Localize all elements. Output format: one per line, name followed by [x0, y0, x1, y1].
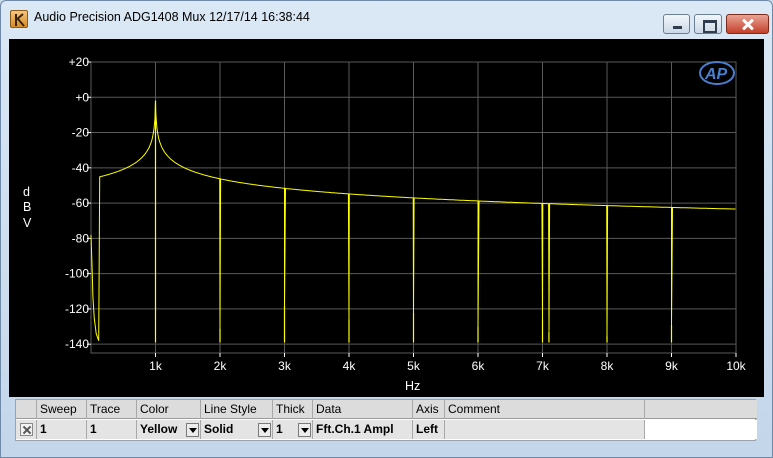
y-axis-label-char: B [23, 200, 31, 214]
chevron-down-icon[interactable] [298, 423, 311, 437]
header-cell[interactable]: Color [137, 400, 201, 419]
trace-table: Sweep Trace Color Line Style Thick Data … [15, 399, 757, 441]
app-window: Audio Precision ADG1408 Mux 12/17/14 16:… [0, 0, 773, 458]
x-tick-label: 8k [601, 359, 615, 373]
y-tick-label: -20 [72, 126, 90, 140]
axis-cell[interactable]: Left [413, 420, 445, 439]
header-cell[interactable]: Axis [413, 400, 445, 419]
fft-graph[interactable]: +20 +0 -20 -40 -60 -80 -100 -120 -140 1k 2k 3k 4k 5k 6… [9, 39, 764, 397]
x-tick-label: 4k [343, 359, 357, 373]
x-tick-label: 2k [214, 359, 228, 373]
header-cell[interactable]: Line Style [201, 400, 273, 419]
empty-cell [645, 420, 757, 439]
row-enable-cell[interactable] [16, 420, 37, 439]
x-tick-label: 1k [149, 359, 163, 373]
minimize-button[interactable] [663, 14, 690, 34]
y-axis-label-char: V [23, 216, 32, 230]
chevron-down-icon[interactable] [258, 423, 271, 437]
data-cell[interactable]: Fft.Ch.1 Ampl [313, 420, 413, 439]
line-style-select[interactable]: Solid [201, 420, 273, 439]
window-title: Audio Precision ADG1408 Mux 12/17/14 16:… [34, 10, 310, 24]
comment-cell[interactable] [445, 420, 645, 439]
header-cell[interactable]: Data [313, 400, 413, 419]
title-bar[interactable]: Audio Precision ADG1408 Mux 12/17/14 16:… [1, 1, 772, 35]
grid-lines [87, 61, 737, 357]
y-axis-label-char: d [23, 185, 30, 199]
maximize-button[interactable] [694, 14, 722, 34]
x-tick-label: 7k [536, 359, 550, 373]
ap-logo-text: AP [704, 66, 728, 83]
chevron-down-icon[interactable] [186, 423, 199, 437]
checkbox-icon[interactable] [20, 423, 33, 436]
y-tick-label: +20 [69, 55, 90, 69]
y-tick-label: -40 [72, 161, 90, 175]
header-cell [645, 400, 757, 419]
app-logo-icon[interactable] [10, 10, 28, 28]
line-style-value: Solid [204, 422, 234, 436]
x-axis-label: Hz [405, 379, 420, 393]
x-tick-label: 9k [665, 359, 679, 373]
close-button[interactable] [726, 14, 769, 34]
color-value: Yellow [140, 422, 178, 436]
table-row[interactable]: 1 1 Yellow Solid 1 Fft.Ch.1 Ampl Left [16, 420, 757, 439]
y-tick-label: -140 [65, 337, 89, 351]
thick-value: 1 [276, 422, 283, 436]
fft-chart[interactable]: +20 +0 -20 -40 -60 -80 -100 -120 -140 1k 2k 3k 4k 5k 6… [9, 39, 764, 397]
x-tick-label: 6k [472, 359, 486, 373]
color-select[interactable]: Yellow [137, 420, 201, 439]
header-cell [16, 400, 37, 419]
y-tick-label: -60 [72, 196, 90, 210]
y-tick-label: -80 [72, 231, 90, 245]
header-cell[interactable]: Comment [445, 400, 645, 419]
thick-select[interactable]: 1 [273, 420, 313, 439]
header-cell[interactable]: Thick [273, 400, 313, 419]
ap-logo-icon: AP [699, 61, 735, 85]
x-tick-label: 5k [407, 359, 421, 373]
y-tick-label: +0 [75, 90, 89, 104]
header-cell[interactable]: Sweep [37, 400, 87, 419]
tick-labels: +20 +0 -20 -40 -60 -80 -100 -120 -140 1k 2k 3k 4k 5k 6… [65, 55, 747, 373]
x-tick-label: 10k [726, 359, 746, 373]
y-tick-label: -120 [65, 302, 89, 316]
y-tick-label: -100 [65, 267, 89, 281]
trace-cell[interactable]: 1 [87, 420, 137, 439]
x-tick-label: 3k [278, 359, 292, 373]
sweep-cell[interactable]: 1 [37, 420, 87, 439]
header-cell[interactable]: Trace [87, 400, 137, 419]
table-header: Sweep Trace Color Line Style Thick Data … [16, 400, 757, 419]
